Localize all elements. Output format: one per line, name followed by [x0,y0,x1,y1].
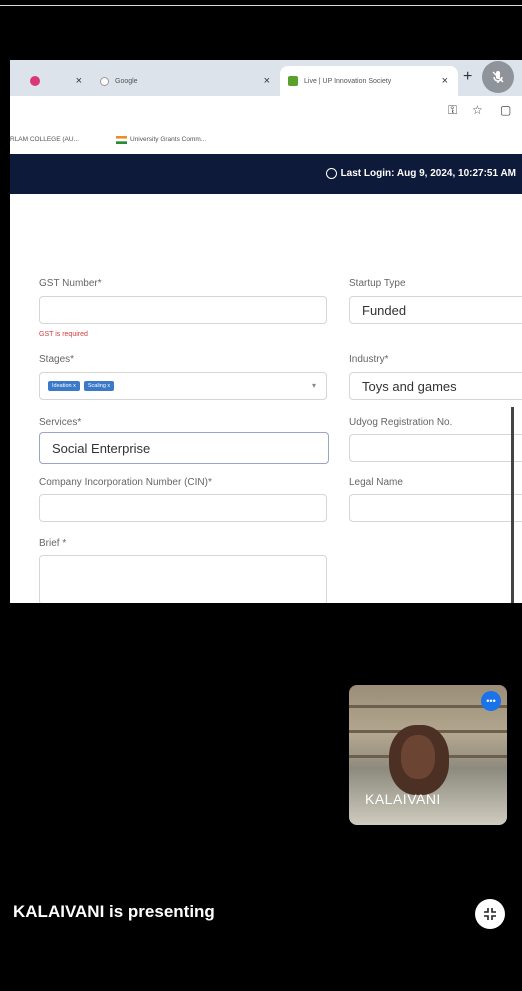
services-input[interactable]: Social Enterprise [39,432,329,464]
stage-chip-ideation[interactable]: Ideation x [48,381,80,391]
site-favicon-icon [288,76,298,86]
stages-label: Stages* [39,354,75,365]
cin-input[interactable] [39,494,327,522]
udyog-input[interactable] [349,434,522,462]
gst-error: GST is required [39,331,88,338]
bookmark-ugc[interactable]: University Grants Comm... [130,136,206,143]
close-icon[interactable]: × [442,75,448,87]
last-login: Last Login: Aug 9, 2024, 10:27:51 AM [325,168,516,179]
participant-face [401,735,435,779]
stage-chip-scaling[interactable]: Scaling x [83,381,115,391]
expand-button[interactable] [475,899,505,929]
top-black-bar [0,0,522,60]
expand-icon [484,908,496,920]
gst-input[interactable] [39,296,327,324]
bookmark-flag-icon [116,136,127,146]
app-header: Last Login: Aug 9, 2024, 10:27:51 AM [10,154,522,194]
shared-browser-window: × Google × Live | UP Innovation Society … [10,60,522,603]
tab-up-innovation-label: Live | UP Innovation Society [304,77,392,85]
chevron-down-icon[interactable]: ▾ [312,381,316,390]
startup-type-label: Startup Type [349,278,406,289]
services-label: Services* [39,417,82,428]
legal-name-input[interactable] [349,494,522,522]
scrollbar[interactable] [511,407,514,603]
bookmark-star-icon[interactable]: ☆ [472,103,483,117]
participant-name: KALAIVANI [365,791,441,807]
audio-indicator-icon: ••• [481,691,501,711]
participant-video-tile[interactable]: ••• KALAIVANI [349,685,507,825]
startup-type-field[interactable]: Funded [349,296,522,324]
participant-avatar [389,725,449,795]
tab-google-label: Google [115,77,138,85]
record-icon [30,76,40,86]
tab-strip: × Google × Live | UP Innovation Society … [10,60,522,96]
legal-name-label: Legal Name [349,477,403,488]
cin-label: Company Incorporation Number (CIN)* [39,477,212,488]
mic-off-icon[interactable] [482,61,514,93]
stages-select[interactable]: Ideation x Scaling x ▾ [39,372,327,400]
new-tab-icon[interactable]: + [463,68,472,86]
gst-label: GST Number* [39,278,102,289]
clock-icon [325,168,337,179]
tab-up-innovation[interactable]: Live | UP Innovation Society × [280,66,458,96]
last-login-text: Last Login: Aug 9, 2024, 10:27:51 AM [340,168,516,179]
industry-label: Industry* [349,354,389,365]
presenting-status: KALAIVANI is presenting [13,902,215,921]
brief-textarea[interactable] [39,555,327,603]
tab-1[interactable]: × [22,66,92,96]
tab-google[interactable]: Google × [92,66,280,96]
bookmarks-bar: RLAM COLLEGE (AU... University Grants Co… [10,126,522,154]
close-icon[interactable]: × [76,75,82,87]
industry-field[interactable]: Toys and games [349,372,522,400]
bookmark-college[interactable]: RLAM COLLEGE (AU... [10,136,79,143]
sidebar-icon[interactable]: ▢ [500,103,511,117]
top-divider [0,5,522,6]
close-icon[interactable]: × [264,75,270,87]
udyog-label: Udyog Registration No. [349,417,453,428]
password-key-icon[interactable]: ⚿ [448,103,457,118]
brief-label: Brief * [39,538,67,549]
address-bar[interactable]: ⚿ ☆ ▢ [10,96,522,127]
google-icon [100,76,109,86]
